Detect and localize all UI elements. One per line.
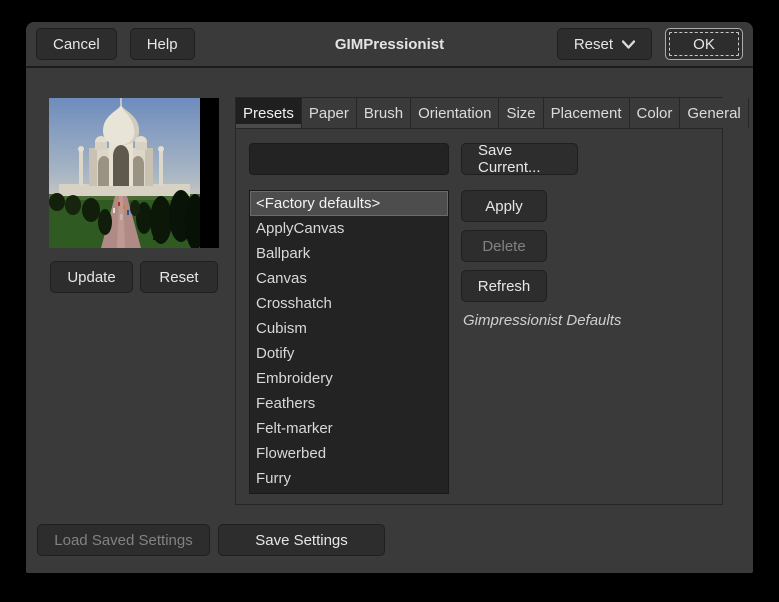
load-saved-settings-button: Load Saved Settings bbox=[37, 524, 210, 556]
dialog-header: GIMPressionist Cancel Help Reset OK bbox=[26, 22, 753, 68]
list-item[interactable]: Dotify bbox=[250, 341, 448, 366]
refresh-button[interactable]: Refresh bbox=[461, 270, 547, 302]
list-item[interactable]: Cubism bbox=[250, 316, 448, 341]
list-item[interactable]: <Factory defaults> bbox=[250, 191, 448, 216]
presets-list[interactable]: <Factory defaults> ApplyCanvas Ballpark Can… bbox=[249, 190, 449, 494]
list-item[interactable]: Ballpark bbox=[250, 241, 448, 266]
screen: GIMPressionist Cancel Help Reset OK Upda… bbox=[0, 0, 779, 602]
list-item[interactable]: Crosshatch bbox=[250, 291, 448, 316]
tab-placement[interactable]: Placement bbox=[543, 98, 630, 128]
list-item[interactable]: ApplyCanvas bbox=[250, 216, 448, 241]
preset-description: Gimpressionist Defaults bbox=[463, 312, 622, 329]
tab-general[interactable]: General bbox=[680, 98, 749, 128]
reset-dropdown-button[interactable]: Reset bbox=[556, 28, 652, 60]
tab-orientation[interactable]: Orientation bbox=[411, 98, 500, 128]
chevron-down-icon bbox=[621, 36, 636, 53]
list-item[interactable]: Feathers bbox=[250, 391, 448, 416]
gimpressionist-dialog: GIMPressionist Cancel Help Reset OK Upda… bbox=[26, 22, 753, 573]
help-button[interactable]: Help bbox=[129, 28, 195, 60]
tab-strip: Presets Paper Brush Orientation Size Placemen… bbox=[236, 98, 749, 129]
list-item[interactable]: Canvas bbox=[250, 266, 448, 291]
taj-mahal-photo bbox=[49, 98, 200, 248]
delete-button: Delete bbox=[461, 230, 547, 262]
preview-image[interactable] bbox=[49, 98, 219, 248]
cancel-button[interactable]: Cancel bbox=[36, 28, 117, 60]
tab-color[interactable]: Color bbox=[629, 98, 681, 128]
preview-reset-button[interactable]: Reset bbox=[140, 261, 218, 293]
reset-dropdown-label: Reset bbox=[573, 35, 613, 53]
list-item[interactable]: Embroidery bbox=[250, 366, 448, 391]
tab-size[interactable]: Size bbox=[499, 98, 544, 128]
list-item[interactable]: Furry bbox=[250, 466, 448, 491]
tab-presets[interactable]: Presets bbox=[236, 98, 302, 128]
save-settings-button[interactable]: Save Settings bbox=[218, 524, 385, 556]
list-item[interactable]: Flowerbed bbox=[250, 441, 448, 466]
ok-button[interactable]: OK bbox=[665, 28, 743, 60]
settings-notebook: Presets Paper Brush Orientation Size Placemen… bbox=[235, 97, 749, 505]
update-button[interactable]: Update bbox=[50, 261, 133, 293]
list-item[interactable]: Felt-marker bbox=[250, 416, 448, 441]
presets-panel: Save Current... <Factory defaults> ApplyC… bbox=[236, 129, 722, 505]
tab-paper[interactable]: Paper bbox=[301, 98, 357, 128]
tab-brush[interactable]: Brush bbox=[356, 98, 412, 128]
save-current-button[interactable]: Save Current... bbox=[461, 142, 578, 176]
apply-button[interactable]: Apply bbox=[461, 190, 547, 222]
preset-name-input[interactable] bbox=[249, 143, 449, 175]
